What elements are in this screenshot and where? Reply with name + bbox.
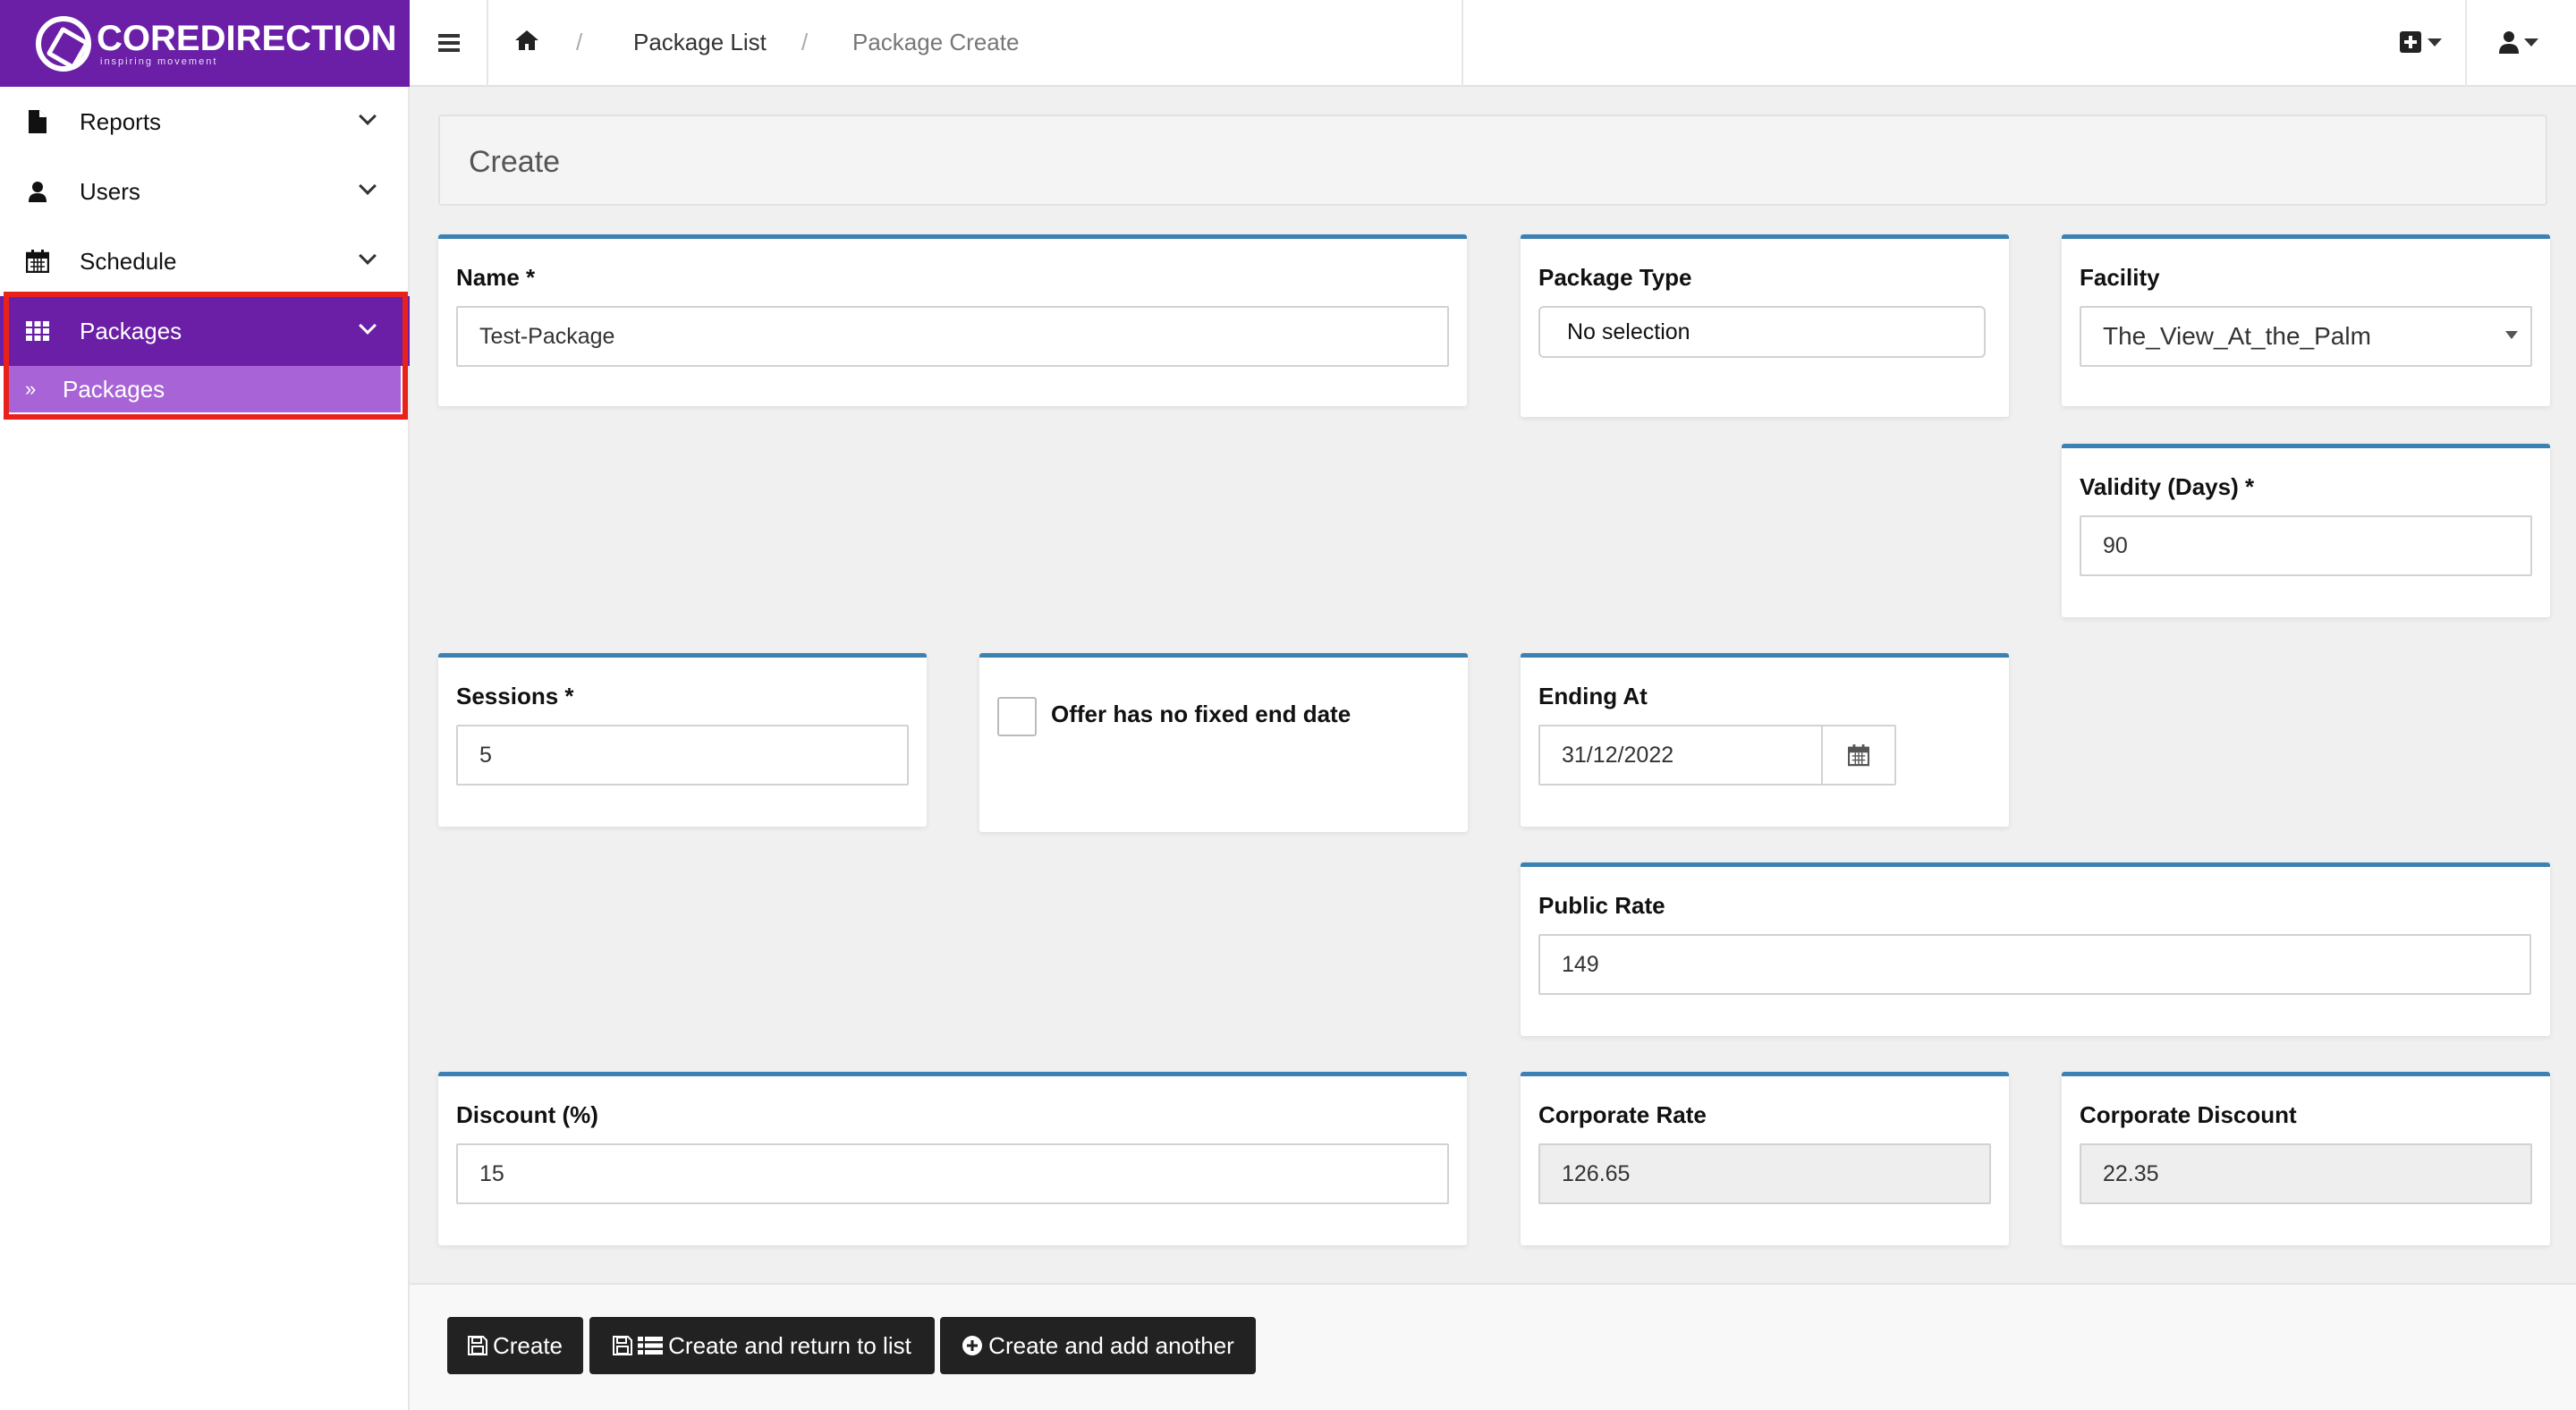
highlight-box — [4, 292, 408, 420]
ending-at-input[interactable]: 31/12/2022 — [1538, 725, 1825, 786]
sidebar: Reports Users Schedule Packages — [0, 87, 410, 1410]
public-rate-input[interactable]: 149 — [1538, 934, 2531, 995]
breadcrumb-package-create: Package Create — [852, 29, 1020, 55]
page-heading-panel: Create — [438, 115, 2547, 206]
create-add-another-button[interactable]: Create and add another — [940, 1317, 1256, 1374]
save-icon — [613, 1336, 633, 1355]
calendar-icon — [1848, 744, 1869, 767]
name-card: Name * Test-Package — [438, 234, 1467, 406]
chevron-down-icon — [359, 107, 377, 125]
user-icon — [2499, 31, 2519, 54]
facility-label: Facility — [2080, 264, 2160, 291]
sessions-label: Sessions * — [456, 683, 574, 709]
sidebar-item-label: Reports — [80, 107, 162, 135]
package-type-label: Package Type — [1538, 264, 1692, 291]
create-return-button[interactable]: Create and return to list — [589, 1317, 935, 1374]
sidebar-item-label: Users — [80, 177, 140, 205]
no-end-date-label: Offer has no fixed end date — [1051, 701, 1352, 727]
facility-card: Facility The_View_At_the_Palm — [2062, 234, 2550, 406]
caret-down-icon — [2428, 38, 2442, 47]
home-icon[interactable] — [515, 30, 538, 55]
corporate-rate-input: 126.65 — [1538, 1143, 1991, 1204]
create-return-button-label: Create and return to list — [668, 1331, 911, 1359]
calendar-icon — [25, 249, 50, 274]
public-rate-card: Public Rate 149 — [1521, 862, 2550, 1036]
add-menu-button[interactable] — [2399, 30, 2442, 54]
validity-card: Validity (Days) * 90 — [2062, 444, 2550, 617]
sidebar-item-users[interactable]: Users — [0, 157, 410, 226]
discount-card: Discount (%) 15 — [438, 1072, 1467, 1245]
sidebar-item-schedule[interactable]: Schedule — [0, 226, 410, 296]
sidebar-item-label: Schedule — [80, 247, 177, 275]
name-label: Name * — [456, 264, 536, 291]
corporate-rate-card: Corporate Rate 126.65 — [1521, 1072, 2009, 1245]
list-icon — [638, 1337, 664, 1355]
brand-logo[interactable]: COREDIRECTION inspiring movement — [0, 0, 410, 87]
validity-label: Validity (Days) * — [2080, 473, 2255, 500]
brand-logo-icon — [36, 15, 91, 72]
facility-select-value: The_View_At_the_Palm — [2103, 322, 2371, 350]
corporate-discount-input: 22.35 — [2080, 1143, 2532, 1204]
create-button-label: Create — [492, 1331, 564, 1359]
discount-input[interactable]: 15 — [456, 1143, 1449, 1204]
plus-square-icon — [2400, 31, 2421, 53]
validity-input[interactable]: 90 — [2080, 515, 2532, 576]
discount-label: Discount (%) — [456, 1101, 598, 1128]
sessions-card: Sessions * 5 — [438, 653, 927, 827]
chevron-down-icon — [359, 247, 377, 265]
plus-circle-icon — [962, 1336, 983, 1355]
sessions-input[interactable]: 5 — [456, 725, 909, 786]
corporate-rate-label: Corporate Rate — [1538, 1101, 1707, 1128]
breadcrumb-package-list[interactable]: Package List — [633, 29, 767, 56]
no-end-date-checkbox[interactable] — [997, 697, 1037, 736]
public-rate-label: Public Rate — [1538, 892, 1665, 919]
name-input[interactable]: Test-Package — [456, 306, 1449, 367]
package-type-card: Package Type No selection — [1521, 234, 2009, 417]
ending-at-card: Ending At 31/12/2022 — [1521, 653, 2009, 827]
page-title: Create — [469, 145, 561, 179]
ending-at-label: Ending At — [1538, 683, 1648, 709]
brand-tagline: inspiring movement — [100, 55, 218, 67]
calendar-button[interactable] — [1821, 725, 1896, 786]
facility-select[interactable]: The_View_At_the_Palm — [2080, 306, 2532, 367]
package-type-select[interactable]: No selection — [1538, 306, 1986, 358]
no-end-date-card: Offer has no fixed end date — [979, 653, 1468, 832]
user-icon — [25, 179, 50, 204]
sidebar-item-reports[interactable]: Reports — [0, 87, 410, 157]
create-add-another-button-label: Create and add another — [988, 1331, 1234, 1359]
create-button[interactable]: Create — [447, 1317, 583, 1374]
save-icon — [467, 1336, 487, 1355]
caret-down-icon — [2505, 331, 2518, 339]
menu-toggle-icon[interactable] — [438, 34, 460, 52]
corporate-discount-card: Corporate Discount 22.35 — [2062, 1072, 2550, 1245]
file-icon — [25, 109, 50, 134]
caret-down-icon — [2524, 38, 2538, 47]
corporate-discount-label: Corporate Discount — [2080, 1101, 2297, 1128]
top-bar: / Package List / Package Create — [410, 0, 2576, 87]
brand-name: COREDIRECTION — [97, 18, 397, 58]
user-menu-button[interactable] — [2499, 30, 2538, 54]
chevron-down-icon — [359, 177, 377, 195]
